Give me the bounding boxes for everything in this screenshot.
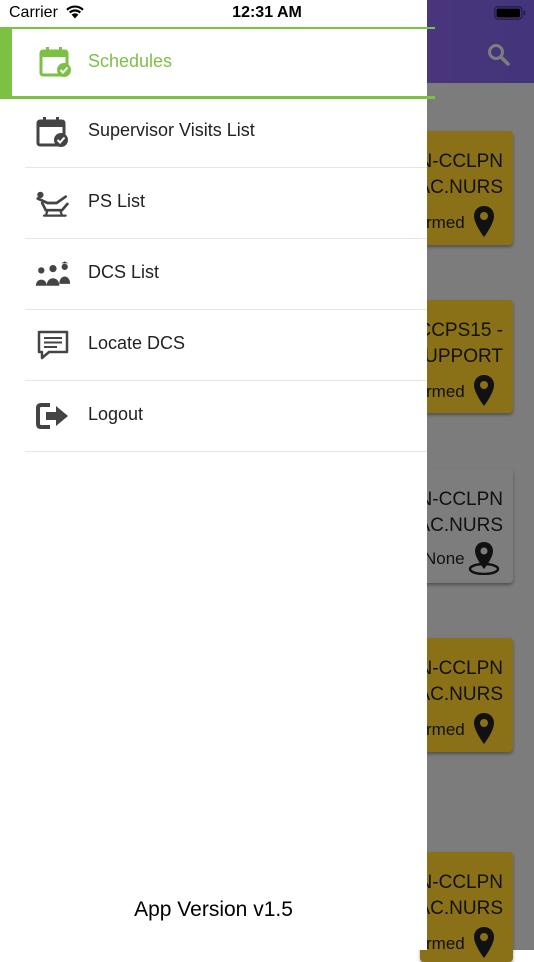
card-status: rmed [426,934,465,953]
battery-icon [494,6,526,20]
card-title: N-CCLPN [420,151,503,172]
menu-item-label: Schedules [88,51,173,71]
menu-item-label: Logout [88,404,144,424]
card-status: rmed [426,720,465,739]
status-bar: Carrier 12:31 AM [0,0,534,26]
card-status: rmed [426,213,465,232]
patient-chair-icon [36,191,69,217]
schedule-card[interactable]: N-CCLPN AC.NURS rmed [420,131,513,245]
card-subtitle: UPPORT [424,346,503,367]
location-pin-icon [474,206,494,237]
card-status: rmed [426,382,465,401]
schedule-card[interactable]: CCPS15 - UPPORT rmed [420,300,513,413]
menu-item-locate-dcs[interactable]: Locate DCS [25,310,427,381]
schedule-card[interactable]: N-CCLPN AC.NURS rmed [420,852,513,962]
menu-item-label: Locate DCS [88,333,186,353]
search-icon[interactable] [486,42,510,66]
chat-bubble-icon [37,330,69,360]
card-subtitle: AC.NURS [420,515,503,536]
menu-item-label: PS List [88,191,146,211]
calendar-check-icon [36,117,68,147]
card-subtitle: AC.NURS [420,684,503,705]
schedule-card[interactable]: N-CCLPN AC.NURS rmed [420,638,513,752]
navigation-drawer: Schedules Supervisor Visits List PS List [0,0,435,950]
card-title: N-CCLPN [420,872,503,893]
card-status: None [424,549,465,568]
location-pin-icon [474,375,494,406]
staff-group-icon [35,261,71,286]
card-title: N-CCLPN [420,489,503,510]
card-subtitle: AC.NURS [420,177,503,198]
menu-item-label: DCS List [88,262,160,282]
menu-item-dcs-list[interactable]: DCS List [25,239,427,310]
location-pin-icon [474,927,494,958]
card-subtitle: AC.NURS [420,898,503,919]
location-pin-icon [468,542,500,575]
logout-icon [36,403,68,429]
menu-item-schedules[interactable]: Schedules [0,27,435,99]
menu-item-ps-list[interactable]: PS List [25,168,427,239]
schedule-card[interactable]: N-CCLPN AC.NURS None [420,469,513,583]
calendar-check-icon [39,47,71,77]
app-version: App Version v1.5 [134,898,293,921]
menu-item-supervisor-visits[interactable]: Supervisor Visits List [25,97,427,168]
card-title: N-CCLPN [420,658,503,679]
card-title: CCPS15 - [420,320,503,341]
status-time: 12:31 AM [232,4,302,21]
menu-item-logout[interactable]: Logout [25,381,427,452]
location-pin-icon [474,713,494,744]
menu-item-label: Supervisor Visits List [88,120,255,140]
